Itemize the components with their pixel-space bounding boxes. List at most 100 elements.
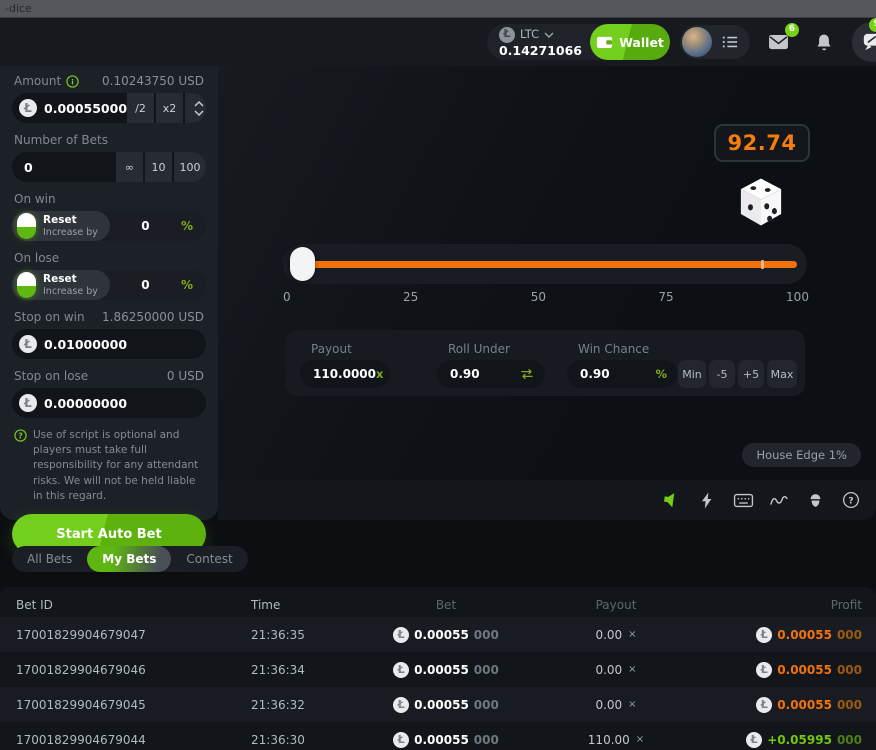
- table-row[interactable]: 17001829904679047 21:36:35 Ł 0.00055000 …: [0, 617, 876, 652]
- chat-button[interactable]: 99: [852, 22, 876, 62]
- roll-under-input[interactable]: 0.90: [437, 360, 545, 388]
- on-lose-label: On lose: [14, 251, 59, 265]
- fairness-seed-icon: [807, 491, 824, 510]
- table-row[interactable]: 17001829904679045 21:36:32 Ł 0.00055000 …: [0, 687, 876, 722]
- svg-text:?: ?: [848, 496, 853, 506]
- bet-id: 17001829904679047: [16, 628, 251, 642]
- on-win-value[interactable]: 0: [110, 219, 181, 233]
- roll-under-label: Roll Under: [448, 342, 510, 356]
- toggle-icon: [17, 213, 36, 239]
- browser-tab-title[interactable]: -dice: [5, 2, 32, 15]
- sound-button[interactable]: [660, 489, 682, 511]
- win-chance-label: Win Chance: [578, 342, 649, 356]
- tab-contest[interactable]: Contest: [171, 546, 247, 572]
- slider-lose-range: [300, 261, 797, 268]
- hotkeys-button[interactable]: [732, 489, 754, 511]
- bets-history-section: All Bets My Bets Contest Bet ID Time Bet…: [0, 520, 876, 750]
- bet-id: 17001829904679045: [16, 698, 251, 712]
- question-circle-icon: ?: [842, 491, 860, 509]
- chevron-up-icon: [194, 101, 204, 107]
- half-bet-button[interactable]: /2: [127, 93, 154, 123]
- roll-result: 92.74: [714, 124, 810, 162]
- house-edge-badge: House Edge 1%: [742, 443, 861, 467]
- chance-max-button[interactable]: Max: [767, 360, 797, 388]
- bet-payout: 0.00×: [536, 628, 696, 642]
- tab-my-bets[interactable]: My Bets: [87, 546, 171, 572]
- trends-curve-icon: [769, 492, 789, 508]
- bet-time: 21:36:34: [251, 663, 356, 677]
- stop-lose-usd: 0 USD: [167, 369, 204, 383]
- on-win-mode-toggle[interactable]: Reset Increase by: [12, 211, 110, 241]
- ltc-coin-icon: Ł: [19, 99, 37, 117]
- chance-minus5-button[interactable]: -5: [709, 360, 735, 388]
- payout-label: Payout: [311, 342, 352, 356]
- tab-all-bets[interactable]: All Bets: [12, 546, 87, 572]
- currency-code: LTC: [520, 28, 539, 41]
- bets-table: Bet ID Time Bet Payout Profit 1700182990…: [0, 587, 876, 750]
- menu-list-icon: [721, 34, 739, 50]
- num-bets-input[interactable]: 0: [12, 160, 116, 175]
- on-lose-mode-toggle[interactable]: Reset Increase by: [12, 270, 110, 300]
- dice-icon: [738, 177, 784, 228]
- preset-10-button[interactable]: 10: [145, 152, 172, 182]
- double-bet-button[interactable]: x2: [156, 93, 183, 123]
- preset-100-button[interactable]: 100: [174, 152, 206, 182]
- chevron-down-icon: [194, 110, 204, 116]
- on-win-percent: %: [181, 219, 193, 233]
- bet-amount: Ł 0.00055000: [356, 662, 536, 678]
- on-lose-control: Reset Increase by 0 %: [12, 270, 206, 300]
- on-lose-percent: %: [181, 278, 193, 292]
- stop-lose-label: Stop on lose: [14, 369, 88, 383]
- ltc-coin-icon: Ł: [499, 27, 515, 43]
- bet-profit: Ł 0.00055000: [696, 627, 862, 643]
- info-icon[interactable]: i: [66, 75, 79, 88]
- table-row[interactable]: 17001829904679044 21:36:30 Ł 0.00055000 …: [0, 722, 876, 750]
- dice-game-stage: 92.74 0 25 50 75: [218, 66, 876, 520]
- ltc-coin-icon: Ł: [19, 335, 37, 353]
- lightning-icon: [699, 491, 715, 510]
- fairness-button[interactable]: [804, 489, 826, 511]
- trends-button[interactable]: [768, 489, 790, 511]
- slider-handle[interactable]: [290, 247, 315, 281]
- bet-amount: Ł 0.00055000: [356, 697, 536, 713]
- avatar: [682, 27, 712, 57]
- help-button[interactable]: ?: [840, 489, 862, 511]
- swap-icon[interactable]: [519, 367, 535, 381]
- roll-slider-track[interactable]: [283, 244, 807, 284]
- bet-time: 21:36:30: [251, 733, 356, 747]
- help-icon: ?: [14, 429, 27, 442]
- auto-bet-panel: Amount i 0.10243750 USD Ł 0.00055000 /2 …: [0, 66, 218, 520]
- stop-lose-input[interactable]: Ł 0.00000000: [12, 388, 206, 418]
- ltc-coin-icon: Ł: [19, 394, 37, 412]
- amount-usd: 0.10243750 USD: [102, 74, 204, 88]
- turbo-button[interactable]: [696, 489, 718, 511]
- profile-menu[interactable]: [680, 25, 750, 59]
- chat-badge: 99: [869, 18, 876, 32]
- bets-table-header: Bet ID Time Bet Payout Profit: [0, 587, 876, 617]
- notifications-button[interactable]: [812, 30, 836, 54]
- table-row[interactable]: 17001829904679046 21:36:34 Ł 0.00055000 …: [0, 652, 876, 687]
- chance-min-button[interactable]: Min: [678, 360, 706, 388]
- ltc-coin-icon: Ł: [746, 732, 762, 748]
- keyboard-icon: [733, 492, 754, 509]
- win-chance-input[interactable]: 0.90 %: [567, 360, 677, 388]
- bet-profit: Ł +0.05995000: [696, 732, 862, 748]
- on-lose-value[interactable]: 0: [110, 278, 181, 292]
- slider-scale: 0 25 50 75 100: [283, 290, 809, 304]
- on-win-label: On win: [14, 192, 56, 206]
- amount-input[interactable]: Ł 0.00055000: [12, 99, 127, 117]
- messages-button[interactable]: 6: [766, 30, 790, 54]
- bet-id: 17001829904679044: [16, 733, 251, 747]
- amount-stepper[interactable]: [185, 93, 206, 123]
- bet-profit: Ł 0.00055000: [696, 662, 862, 678]
- bet-amount: Ł 0.00055000: [356, 627, 536, 643]
- wallet-button[interactable]: Wallet: [590, 24, 670, 60]
- chance-plus5-button[interactable]: +5: [738, 360, 764, 388]
- bet-payout: 110.00×: [536, 733, 696, 747]
- amount-input-group: Ł 0.00055000 /2 x2: [12, 93, 206, 123]
- ltc-coin-icon: Ł: [756, 662, 772, 678]
- infinite-bets-button[interactable]: ∞: [116, 152, 143, 182]
- stop-win-input[interactable]: Ł 0.01000000: [12, 329, 206, 359]
- ltc-coin-icon: Ł: [393, 627, 409, 643]
- payout-input[interactable]: 110.0000 x: [300, 360, 390, 388]
